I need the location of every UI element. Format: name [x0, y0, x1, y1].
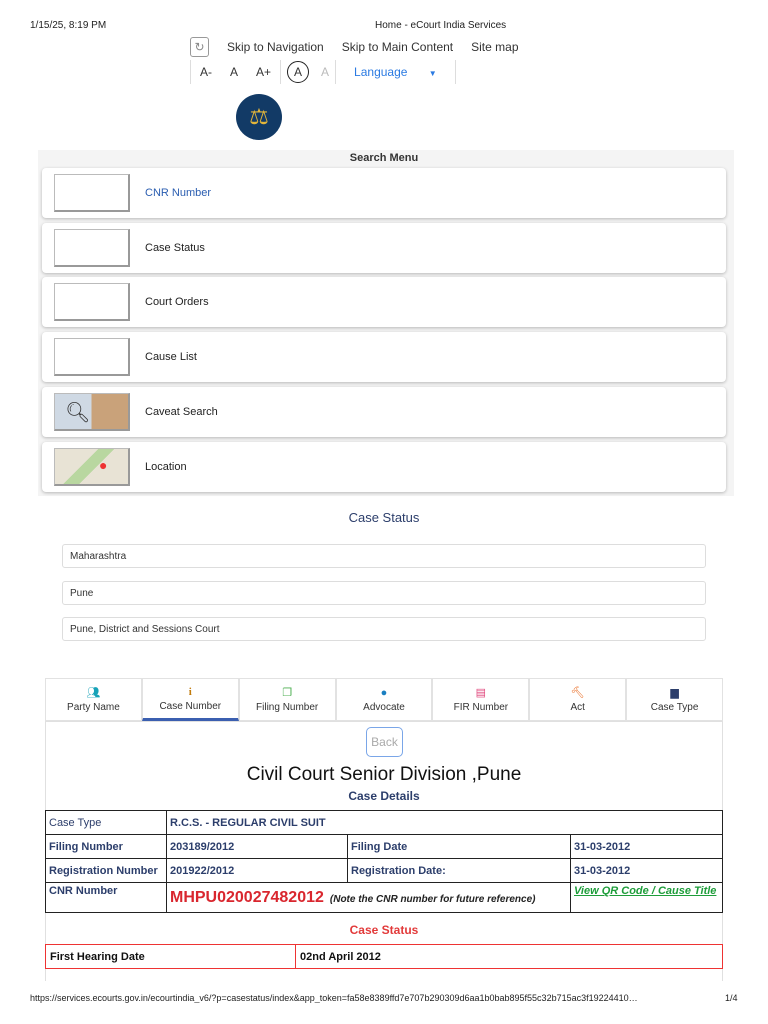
filing-date-value: 31-03-2012 [570, 834, 723, 859]
case-details-table: Case Type R.C.S. - REGULAR CIVIL SUIT Fil… [45, 810, 723, 913]
font-decrease-button[interactable]: A- [191, 65, 221, 79]
court-title: Civil Court Senior Division ,Pune [246, 764, 522, 785]
menu-item-case-status[interactable]: Case Status [42, 223, 726, 273]
registration-date-label: Registration Date: [347, 858, 571, 883]
cnr-value: MHPU020027482012 [170, 888, 324, 906]
court-complex-select[interactable]: Pune, District and Sessions Court [62, 617, 706, 641]
menu-item-label: Cause List [145, 351, 197, 363]
users-icon: 👥︎ [86, 686, 101, 699]
accessibility-bar: A- A A+ A A Language ▼ [190, 60, 456, 84]
skip-navigation-link[interactable]: Skip to Navigation [227, 40, 324, 54]
menu-item-label: Case Status [145, 242, 205, 254]
case-status-subheading: Case Status [349, 923, 419, 937]
font-increase-button[interactable]: A+ [247, 65, 280, 79]
refresh-icon[interactable]: ↻ [190, 37, 209, 57]
tab-fir-number[interactable]: ▤ FIR Number [432, 678, 530, 721]
tab-case-type[interactable]: ▆ Case Type [626, 678, 724, 721]
menu-item-label: Court Orders [145, 296, 209, 308]
menu-item-court-orders[interactable]: Court Orders [42, 277, 726, 327]
ecourts-logo: ⚖ [236, 94, 282, 140]
cause-list-thumbnail [54, 338, 130, 376]
tab-party-name[interactable]: 👥︎ Party Name [45, 678, 142, 721]
map-pin-icon: ● [54, 448, 130, 486]
menu-item-cnr-number[interactable]: CNR Number [42, 168, 726, 218]
registration-number-label: Registration Number [45, 858, 167, 883]
tab-label: Case Number [159, 700, 222, 712]
tab-filing-number[interactable]: ❐ Filing Number [238, 678, 336, 721]
tab-label: Act [570, 701, 585, 713]
menu-item-label: Caveat Search [145, 406, 218, 418]
copy-icon: ❐ [282, 686, 293, 699]
cnr-label: CNR Number [45, 882, 167, 913]
tab-label: Filing Number [256, 701, 319, 713]
magnifier-court-icon: 🔍︎ [54, 393, 130, 431]
case-status-heading: Case Status [348, 510, 420, 525]
tab-label: Party Name [67, 701, 120, 713]
gavel-icon: 🔨︎ [570, 686, 585, 699]
registration-date-value: 31-03-2012 [570, 858, 723, 883]
tab-act[interactable]: 🔨︎ Act [529, 678, 627, 721]
contrast-dark-button[interactable]: A [287, 61, 310, 83]
menu-item-label: CNR Number [145, 187, 212, 199]
top-nav: ↻ Skip to Navigation Skip to Main Conten… [190, 37, 519, 57]
registration-number-value: 201922/2012 [166, 858, 348, 883]
cnr-note: (Note the CNR number for future referenc… [329, 893, 536, 905]
case-status-thumbnail [54, 229, 130, 267]
tab-label: Case Type [650, 701, 699, 713]
filing-number-value: 203189/2012 [166, 834, 348, 859]
print-page: 1/4 [725, 993, 738, 1003]
table-row: CNR Number MHPU020027482012 (Note the CNR … [45, 882, 723, 913]
view-qr-code-link[interactable]: View QR Code / Cause Title [574, 885, 716, 897]
court-orders-thumbnail [54, 283, 130, 321]
case-type-value: R.C.S. - REGULAR CIVIL SUIT [166, 810, 723, 835]
file-icon: ▆ [670, 686, 679, 699]
search-tabs: 👥︎ Party Name i Case Number ❐ Filing Number… [45, 678, 724, 721]
language-dropdown[interactable]: Language ▼ [336, 65, 455, 79]
print-datetime: 1/15/25, 8:19 PM [30, 20, 107, 31]
site-map-link[interactable]: Site map [471, 40, 518, 54]
menu-item-label: Location [145, 461, 187, 473]
tab-case-number[interactable]: i Case Number [141, 678, 239, 721]
tab-label: Advocate [363, 701, 405, 713]
menu-item-cause-list[interactable]: Cause List [42, 332, 726, 382]
case-type-label: Case Type [45, 810, 167, 835]
tab-label: FIR Number [453, 701, 509, 713]
table-row: Registration Number 201922/2012 Registrati… [45, 858, 723, 883]
skip-main-content-link[interactable]: Skip to Main Content [342, 40, 453, 54]
calendar-icon: ▤ [475, 686, 487, 699]
search-menu-title: Search Menu [349, 152, 419, 164]
user-icon: ● [380, 686, 388, 699]
filing-date-label: Filing Date [347, 834, 571, 859]
menu-item-caveat-search[interactable]: 🔍︎ Caveat Search [42, 387, 726, 437]
font-normal-button[interactable]: A [221, 65, 247, 79]
table-row: First Hearing Date 02nd April 2012 [45, 944, 723, 969]
cnr-thumbnail [54, 174, 130, 212]
caret-down-icon: ▼ [428, 69, 437, 78]
table-row: Filing Number 203189/2012 Filing Date 31-03… [45, 834, 723, 859]
district-select[interactable]: Pune [62, 581, 706, 605]
first-hearing-value: 02nd April 2012 [295, 944, 723, 969]
contrast-light-button[interactable]: A [315, 65, 335, 79]
print-title: Home - eCourt India Services [375, 20, 507, 31]
state-select[interactable]: Maharashtra [62, 544, 706, 568]
info-icon: i [188, 685, 192, 698]
language-label: Language [354, 65, 408, 79]
filing-number-label: Filing Number [45, 834, 167, 859]
tab-advocate[interactable]: ● Advocate [335, 678, 433, 721]
back-button[interactable]: Back [366, 727, 403, 757]
table-row: Case Type R.C.S. - REGULAR CIVIL SUIT [45, 810, 723, 835]
print-url: https://services.ecourts.gov.in/ecourtin… [30, 993, 638, 1003]
first-hearing-label: First Hearing Date [45, 944, 296, 969]
case-status-table: First Hearing Date 02nd April 2012 [45, 944, 723, 969]
case-details-heading: Case Details [348, 789, 420, 803]
menu-item-location[interactable]: ● Location [42, 442, 726, 492]
